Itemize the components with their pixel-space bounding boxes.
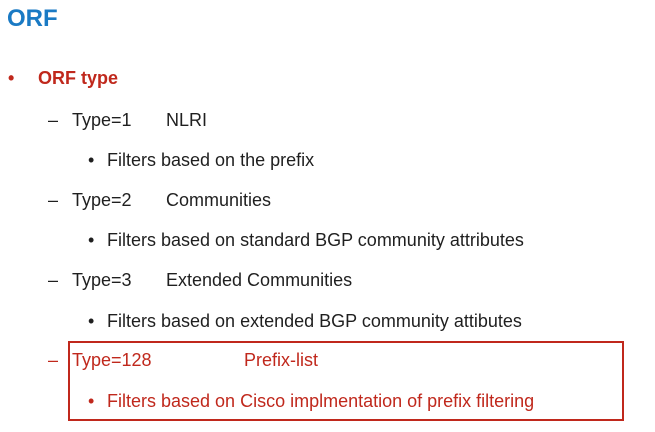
- bullet-icon: •: [88, 150, 95, 170]
- type-name: Prefix-list: [244, 350, 319, 370]
- type-code: Type=3: [72, 270, 132, 290]
- type-code: Type=1: [72, 110, 132, 130]
- type-name: Communities: [166, 190, 272, 210]
- type-description: Filters based on Cisco implmentation of …: [107, 391, 535, 411]
- level1-text: ORF type: [38, 68, 119, 88]
- slide: ORF • ORF type – Type=1 NLRI • Filters b…: [0, 0, 655, 432]
- type-name: NLRI: [166, 110, 208, 130]
- bullet-icon: •: [88, 230, 95, 250]
- dash-icon: –: [48, 350, 59, 370]
- type-description: Filters based on the prefix: [107, 150, 315, 170]
- type-code: Type=128: [72, 350, 152, 370]
- type-description: Filters based on extended BGP community …: [107, 311, 522, 331]
- bullet-icon: •: [88, 391, 95, 411]
- dash-icon: –: [48, 190, 59, 210]
- dash-icon: –: [48, 110, 59, 130]
- type-description: Filters based on standard BGP community …: [107, 230, 524, 250]
- type-code: Type=2: [72, 190, 132, 210]
- dash-icon: –: [48, 270, 59, 290]
- level1-bullet-icon: •: [8, 68, 15, 88]
- slide-title: ORF: [7, 5, 58, 32]
- bullet-icon: •: [88, 311, 95, 331]
- type-name: Extended Communities: [166, 270, 353, 290]
